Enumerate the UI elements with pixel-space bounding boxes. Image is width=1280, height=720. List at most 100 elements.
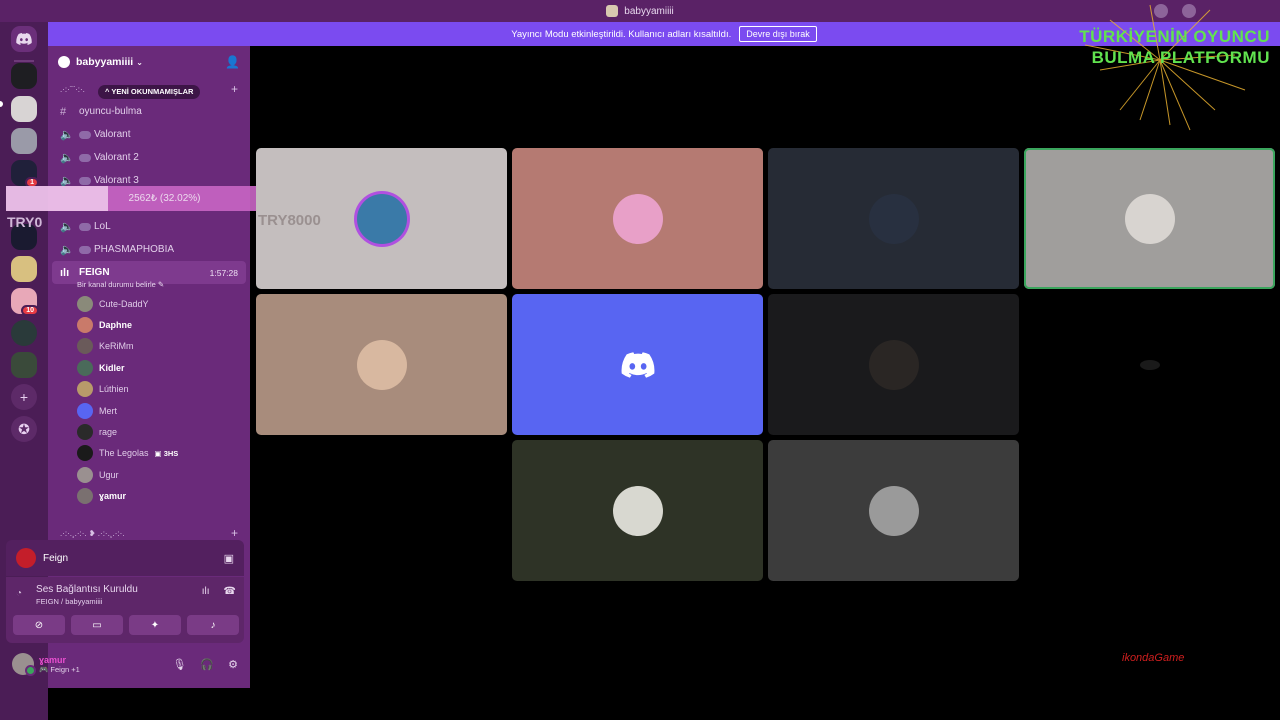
gamepad-icon (79, 245, 91, 254)
screen-share-icon: ▭ (92, 619, 102, 631)
brand-line-1: TÜRKİYENİN OYUNCU (1079, 27, 1270, 46)
channel-lol[interactable]: 🔈 LoL (48, 215, 250, 238)
avatar (868, 339, 919, 390)
voice-member[interactable]: Daphne (48, 314, 250, 335)
discover-button[interactable]: ✪ (11, 416, 37, 442)
channel-status-text: Bir kanal durumu belirle (77, 280, 156, 289)
channel-name: oyuncu-bulma (79, 106, 142, 117)
member-name: Lúthien (99, 384, 129, 395)
screen-share-icon[interactable]: ▣ (224, 552, 234, 565)
headphones-icon[interactable]: 🎧 (200, 658, 214, 671)
voice-member[interactable]: rage (48, 421, 250, 442)
share-screen-button[interactable]: ▭ (71, 615, 123, 635)
server-icon (606, 5, 619, 17)
video-tile[interactable] (512, 440, 763, 581)
voice-member[interactable]: Mert (48, 400, 250, 421)
channel-valorant[interactable]: 🔈 Valorant (48, 123, 250, 146)
set-channel-status[interactable]: Bir kanal durumu belirle ✎ (48, 280, 250, 293)
disconnect-icon[interactable]: ☎ (224, 586, 236, 597)
gamepad-icon (79, 153, 91, 162)
video-tile[interactable] (768, 294, 1019, 435)
window-title: babyyamiiii (624, 5, 674, 17)
voice-member[interactable]: ɣamur (48, 486, 250, 507)
gamepad-icon (79, 176, 91, 185)
voice-connected-title[interactable]: Ses Bağlantısı Kuruldu (36, 584, 138, 595)
server-2[interactable] (11, 96, 37, 122)
avatar (612, 485, 663, 536)
avatar (77, 445, 93, 462)
brand-overlay: TÜRKİYENİN OYUNCU BULMA PLATFORMU (1079, 26, 1270, 68)
add-server-button[interactable]: + (11, 384, 37, 410)
video-tile[interactable] (768, 148, 1019, 289)
video-tile[interactable] (1024, 148, 1275, 289)
user-panel: ɣamur 🎮 Feign +1 🎙 🎧 ⚙ (6, 646, 244, 682)
voice-member-list: Cute-DaddY Daphne KeRiMm Kidler Lúthien … (48, 293, 250, 507)
server-6[interactable] (11, 256, 37, 282)
member-name: Cute-DaddY (99, 298, 149, 309)
noise-suppression-icon[interactable]: ılı (202, 586, 210, 597)
new-unreads-pill[interactable]: ^ YENİ OKUNMAMIŞLAR (98, 85, 201, 99)
voice-member[interactable]: The Legolas ▣ 3HS (48, 443, 250, 464)
settings-gear-icon[interactable]: ⚙ (228, 658, 238, 671)
video-tile[interactable] (512, 148, 763, 289)
member-name: Ugur (99, 469, 119, 480)
member-name: rage (99, 427, 118, 438)
member-name: Daphne (99, 320, 133, 331)
speaker-icon: 🔈 (60, 221, 74, 233)
guild-header[interactable]: babyyamiiii ⌄ 👤 (48, 46, 250, 78)
soundboard-button[interactable]: ♪ (187, 615, 239, 635)
hash-icon: # (60, 105, 67, 118)
video-tile[interactable]: TRY8000 (256, 148, 507, 289)
user-status: 🎮 Feign +1 (39, 664, 80, 674)
server-3[interactable] (11, 128, 37, 154)
invite-people-icon[interactable]: 👤 (225, 55, 240, 69)
video-tile[interactable] (1024, 294, 1275, 435)
app-window: babyyamiiii Yayıncı Modu etkinleştirildi… (0, 0, 1280, 720)
avatar (77, 466, 93, 483)
voice-member[interactable]: Cute-DaddY (48, 293, 250, 314)
user-name[interactable]: ɣamur (39, 655, 80, 665)
guild-name: babyyamiiii (76, 56, 134, 68)
discord-home-button[interactable] (11, 26, 37, 52)
member-name: ɣamur (99, 491, 127, 502)
stream-panel[interactable]: Feign ▣ (6, 540, 244, 576)
compass-icon: ✪ (18, 420, 30, 437)
video-tile[interactable] (256, 294, 507, 435)
activities-button[interactable]: ✦ (129, 615, 181, 635)
avatar[interactable] (12, 653, 36, 676)
category-name: .·:·¨¨·:·. (60, 84, 85, 94)
watermark-logo: ikondaGame (1122, 652, 1185, 664)
create-channel-icon[interactable]: + (231, 526, 238, 540)
server-9[interactable] (11, 352, 37, 378)
stream-user-name: Feign (43, 552, 69, 564)
disable-streamer-mode-button[interactable]: Devre dışı bırak (739, 26, 817, 42)
server-wolf[interactable] (11, 63, 37, 89)
voice-member[interactable]: Ugur (48, 464, 250, 485)
microphone-icon[interactable]: 🎙 (172, 658, 186, 671)
video-tile[interactable] (768, 440, 1019, 581)
avatar (77, 381, 93, 398)
speaker-icon: 🔈 (60, 129, 74, 141)
server-8[interactable] (11, 320, 37, 346)
camera-off-button[interactable]: ⊘ (13, 615, 65, 635)
avatar (868, 485, 919, 536)
server-7[interactable]: 10 (11, 288, 39, 316)
connection-signal-icon[interactable]: ◔ (16, 588, 22, 599)
camera-off-icon: ⊘ (34, 619, 44, 631)
voice-member[interactable]: Kidler (48, 357, 250, 378)
channel-valorant-2[interactable]: 🔈 Valorant 2 (48, 146, 250, 169)
voice-connected-subtitle[interactable]: FEIGN / babyyamiiii (36, 597, 138, 606)
plus-icon: + (19, 389, 29, 405)
channel-oyuncu-bulma[interactable]: # oyuncu-bulma (48, 100, 250, 123)
video-tile[interactable] (512, 294, 763, 435)
voice-member[interactable]: KeRiMm (48, 336, 250, 357)
unread-indicator (0, 101, 3, 107)
member-name: The Legolas (99, 448, 149, 459)
create-channel-icon[interactable]: + (231, 82, 238, 96)
voice-member[interactable]: Lúthien (48, 379, 250, 400)
gamepad-icon (79, 222, 91, 231)
avatar (77, 488, 93, 505)
server-4[interactable]: 1 (11, 160, 39, 188)
voice-connection-panel: ◔ Ses Bağlantısı Kuruldu FEIGN / babyyam… (6, 577, 244, 643)
channel-phasmaphobia[interactable]: 🔈 PHASMAPHOBIA (48, 238, 250, 261)
